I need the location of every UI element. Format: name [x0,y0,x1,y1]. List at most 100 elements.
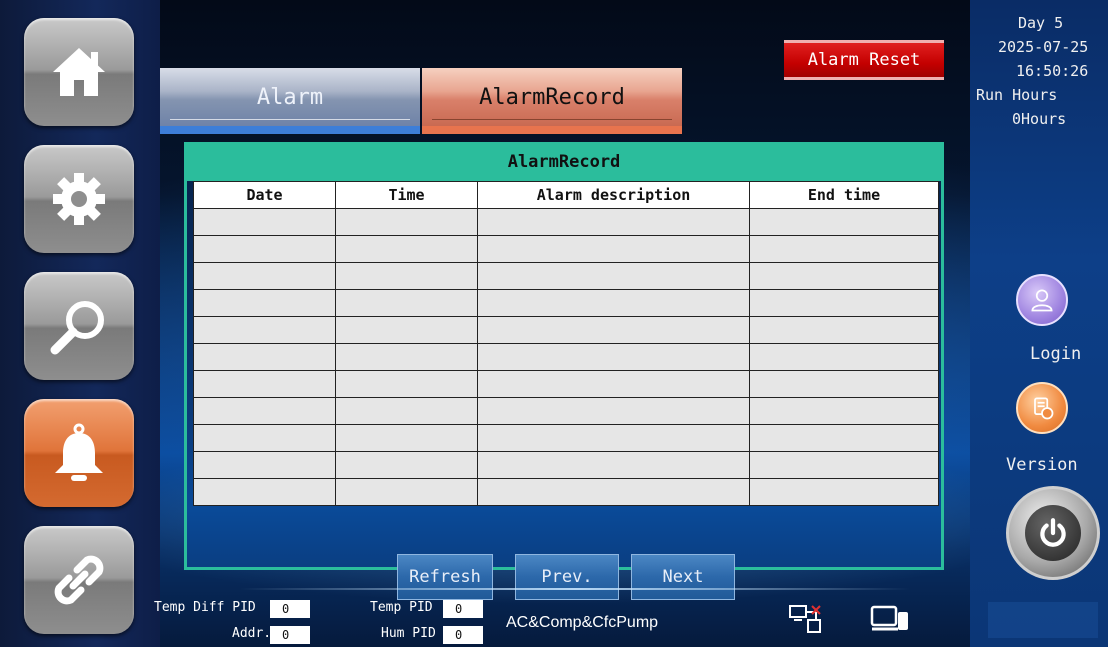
tab-alarm-record-label: AlarmRecord [479,84,625,110]
hum-pid-value: 0 [443,626,483,644]
table-cell [335,370,478,398]
table-cell [335,289,478,317]
user-icon [1031,289,1053,312]
column-header-description: Alarm description [477,181,750,209]
table-cell [193,316,336,344]
gear-icon [53,173,105,225]
table-row [193,316,939,344]
tab-underline [170,119,410,120]
table-cell [193,208,336,236]
network-icon [788,602,824,636]
table-cell [477,235,750,263]
table-cell [477,262,750,290]
table-cell [193,370,336,398]
table-cell [335,397,478,425]
temp-pid-value: 0 [443,600,483,618]
tab-alarm[interactable]: Alarm [160,68,420,134]
table-cell [335,316,478,344]
table-cell [335,235,478,263]
table-cell [335,478,478,506]
mode-text: AC&Comp&CfcPump [506,614,659,631]
alarm-reset-button[interactable]: Alarm Reset [784,40,944,80]
home-icon [53,48,105,96]
table-row [193,370,939,398]
table-row [193,262,939,290]
column-header-time: Time [335,181,478,209]
document-icon [1034,397,1054,420]
table-cell [477,316,750,344]
table-cell [193,424,336,452]
addr-value: 0 [270,626,310,644]
power-icon [1040,518,1066,547]
hmi-screen: Alarm AlarmRecord Alarm Reset AlarmRecor… [0,0,1108,647]
hum-pid-label: Hum PID [381,626,436,641]
table-row [193,208,939,236]
table-cell [477,208,750,236]
refresh-button[interactable]: Refresh [397,554,493,600]
table-cell [749,451,939,479]
table-cell [335,424,478,452]
table-cell [749,424,939,452]
table-row [193,424,939,452]
bottom-divider [240,588,910,590]
search-icon [50,301,104,355]
nav-home-button[interactable] [24,18,134,126]
table-cell [477,451,750,479]
addr-label: Addr. [232,626,272,641]
table-header-row: Date Time Alarm description End time [193,181,939,209]
date-display: 2025-07-25 [998,38,1089,56]
table-cell [749,316,939,344]
table-cell [193,397,336,425]
run-hours-label: Run Hours [976,86,1058,104]
link-icon [54,555,104,605]
nav-settings-button[interactable] [24,145,134,253]
table-row [193,451,939,479]
bell-icon [55,423,103,481]
right-panel: Day 5 2025-07-25 16:50:26 Run Hours 0Hou… [970,0,1108,647]
next-button[interactable]: Next [631,554,735,600]
table-row [193,397,939,425]
panel-body: Date Time Alarm description End time Ref… [187,181,941,600]
table-cell [193,478,336,506]
table-row [193,235,939,263]
status-bar-slot [988,602,1098,638]
login-label: Login [1030,344,1082,364]
temp-diff-pid-value: 0 [270,600,310,618]
table-cell [193,235,336,263]
table-cell [335,262,478,290]
table-cell [335,451,478,479]
table-cell [749,208,939,236]
table-cell [749,262,939,290]
tab-alarm-record[interactable]: AlarmRecord [422,68,682,134]
run-hours-value: 0Hours [1012,110,1067,128]
nav-alarm-button[interactable] [24,399,134,507]
table-row [193,343,939,371]
power-button[interactable] [1006,486,1100,580]
nav-link-button[interactable] [24,526,134,634]
time-display: 16:50:26 [1016,62,1089,80]
table-cell [477,424,750,452]
nav-search-button[interactable] [24,272,134,380]
login-button[interactable] [1016,274,1068,326]
device-icon [870,604,910,634]
table-cell [749,235,939,263]
version-button[interactable] [1016,382,1068,434]
table-cell [193,343,336,371]
alarm-record-panel: AlarmRecord Date Time Alarm description … [184,142,944,600]
table-cell [193,262,336,290]
table-cell [749,397,939,425]
left-nav [0,0,160,647]
column-header-date: Date [193,181,336,209]
prev-button[interactable]: Prev. [515,554,619,600]
day-counter: Day 5 [1018,14,1064,32]
table-cell [477,289,750,317]
table-cell [477,343,750,371]
alarm-record-table: Date Time Alarm description End time [193,181,939,506]
table-cell [193,289,336,317]
table-cell [749,289,939,317]
table-cell [335,208,478,236]
table-row [193,289,939,317]
table-cell [477,397,750,425]
table-cell [193,451,336,479]
table-cell [749,478,939,506]
